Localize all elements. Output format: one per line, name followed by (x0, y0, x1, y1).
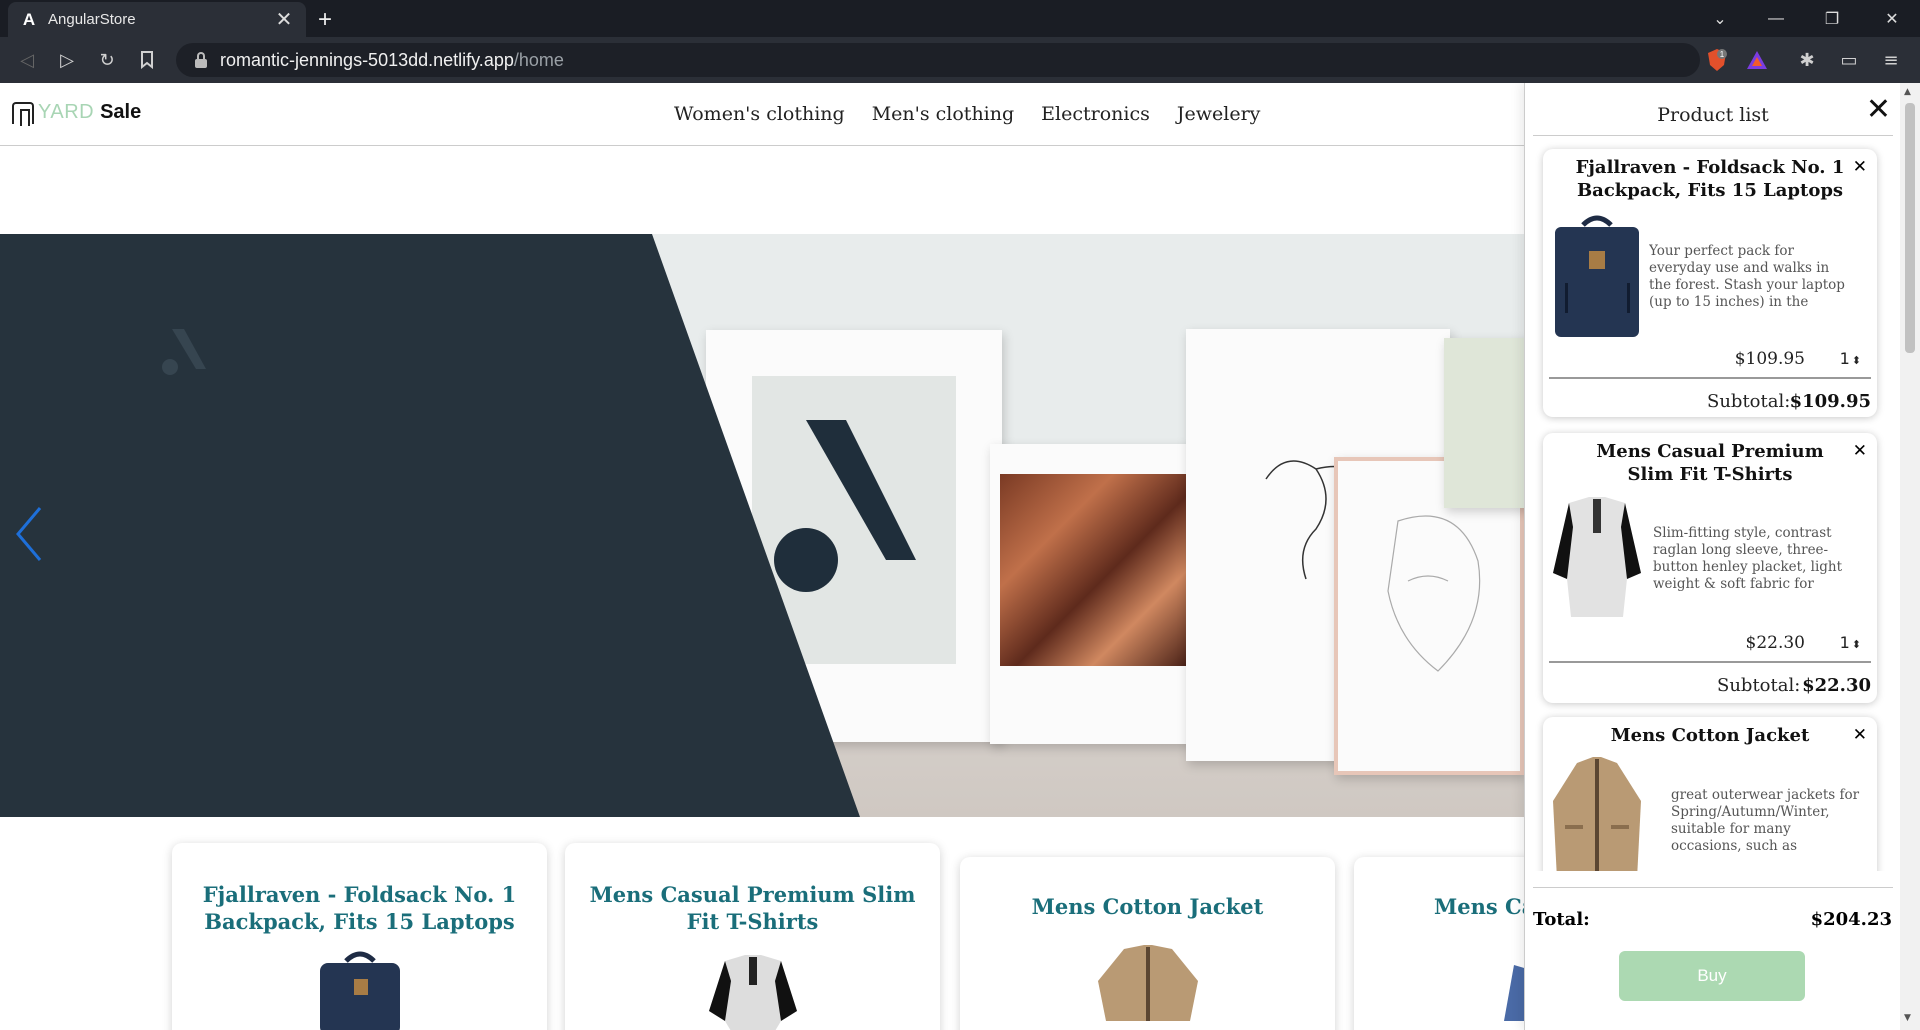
page: YARD Sale Women's clothing Men's clothin… (0, 83, 1920, 1030)
cart-item: Mens Cotton Jacket ✕ great outerwear jac… (1543, 717, 1877, 871)
browser-tab-bar: A AngularStore ✕ + ⌄ — ❐ ✕ (0, 0, 1920, 37)
minimize-button[interactable]: — (1748, 0, 1804, 37)
remove-item-icon[interactable]: ✕ (1853, 441, 1867, 461)
brave-shields-icon[interactable]: 1 (1705, 48, 1729, 72)
browser-toolbar: ◁ ▷ ↻ romantic-jennings-5013dd.netlify.a… (0, 37, 1920, 83)
cart-item: Fjallraven - Foldsack No. 1 Backpack, Fi… (1543, 149, 1877, 417)
cart-item-price: $109.95 (1734, 349, 1805, 369)
logo-yard-text: YARD (38, 101, 95, 123)
hero-carousel (0, 234, 1526, 817)
tab-title: AngularStore (48, 11, 136, 28)
hero-faint-logo-icon (162, 329, 206, 375)
cart-item-description: Slim-fitting style, contrast raglan long… (1653, 525, 1843, 592)
stepper-arrows-icon[interactable]: ⬍ (1852, 638, 1861, 651)
nav-womens-clothing[interactable]: Women's clothing (674, 103, 845, 125)
lock-icon (194, 52, 208, 68)
quantity-value: 1 (1839, 633, 1850, 652)
total-label: Total: (1533, 909, 1590, 930)
cart-item-title: Mens Casual Premium Slim Fit T-Shirts (1596, 441, 1824, 485)
cart-panel: Product list ✕ Fjallraven - Foldsack No.… (1524, 83, 1900, 1030)
product-title[interactable]: Fjallraven - Foldsack No. 1 Backpack, Fi… (172, 843, 547, 935)
product-card[interactable]: Fjallraven - Foldsack No. 1 Backpack, Fi… (172, 843, 547, 1030)
cart-close-icon[interactable]: ✕ (1866, 95, 1891, 125)
jacket-image (1098, 945, 1198, 1021)
hero-frame-canyon (990, 444, 1200, 744)
nav-mens-clothing[interactable]: Men's clothing (872, 103, 1014, 125)
subtotal-value: $22.30 (1802, 675, 1871, 696)
nav-electronics[interactable]: Electronics (1041, 103, 1150, 125)
page-scrollbar[interactable]: ▲ ▼ (1900, 83, 1920, 1030)
remove-item-icon[interactable]: ✕ (1853, 157, 1867, 177)
tshirt-image (709, 955, 797, 1030)
tab-search-chevron-icon[interactable]: ⌄ (1692, 0, 1748, 37)
jacket-thumbnail (1553, 757, 1641, 871)
carousel-prev-arrow-icon[interactable] (14, 504, 44, 564)
cart-item-description: great outerwear jackets for Spring/Autum… (1671, 787, 1860, 854)
forward-button[interactable]: ▷ (52, 45, 82, 75)
category-nav: Women's clothing Men's clothing Electron… (674, 103, 1260, 125)
bookmark-button[interactable] (132, 45, 162, 75)
cart-item-price: $22.30 (1745, 633, 1805, 653)
total-divider (1533, 887, 1893, 888)
buy-button[interactable]: Buy (1619, 951, 1805, 1001)
nav-jewelery[interactable]: Jewelery (1177, 103, 1261, 125)
new-tab-button[interactable]: + (318, 6, 332, 34)
subtotal-label: Subtotal: (1717, 675, 1801, 696)
address-bar[interactable]: romantic-jennings-5013dd.netlify.app/hom… (176, 43, 1700, 77)
close-window-button[interactable]: ✕ (1864, 0, 1920, 37)
back-button[interactable]: ◁ (12, 45, 42, 75)
brave-badge: 1 (1720, 50, 1725, 59)
quantity-value: 1 (1839, 349, 1850, 368)
remove-item-icon[interactable]: ✕ (1853, 725, 1867, 745)
tab-close-icon[interactable]: ✕ (274, 7, 294, 32)
stepper-arrows-icon[interactable]: ⬍ (1852, 354, 1861, 367)
url-path: /home (513, 49, 564, 70)
cart-item-description: Your perfect pack for everyday use and w… (1649, 243, 1845, 310)
tshirt-thumbnail (1553, 497, 1641, 617)
item-divider (1549, 377, 1871, 379)
scroll-down-icon[interactable]: ▼ (1904, 1013, 1911, 1023)
reload-button[interactable]: ↻ (92, 45, 122, 75)
cart-item-title: Fjallraven - Foldsack No. 1 Backpack, Fi… (1575, 157, 1845, 201)
product-card[interactable]: Mens Casual Premium Slim Fit T-Shirts (565, 843, 940, 1030)
browser-tab[interactable]: A AngularStore ✕ (8, 2, 306, 37)
logo[interactable]: YARD Sale (12, 101, 142, 126)
extensions-icon[interactable]: ✱ (1795, 48, 1819, 72)
total-value: $204.23 (1810, 909, 1892, 930)
logo-sale-text: Sale (100, 101, 142, 123)
cart-item: Mens Casual Premium Slim Fit T-Shirts ✕ … (1543, 433, 1877, 703)
hero-frame-map (1444, 338, 1526, 508)
url-host: romantic-jennings-5013dd.netlify.app (220, 49, 514, 70)
cart-header: Product list ✕ (1533, 83, 1893, 136)
quantity-stepper[interactable]: 1 ⬍ (1840, 633, 1861, 652)
scrollbar-thumb[interactable] (1905, 103, 1915, 353)
menu-icon[interactable]: ≡ (1879, 48, 1903, 72)
bookmark-icon (141, 51, 153, 69)
cart-item-list[interactable]: Fjallraven - Foldsack No. 1 Backpack, Fi… (1525, 137, 1901, 871)
restore-button[interactable]: ❐ (1804, 0, 1860, 37)
brave-rewards-icon[interactable] (1745, 48, 1769, 72)
scroll-up-icon[interactable]: ▲ (1904, 87, 1911, 97)
logo-door-icon (12, 101, 34, 126)
product-card[interactable]: Mens Cotton Jacket (960, 857, 1335, 1030)
item-divider (1549, 661, 1871, 663)
wallet-icon[interactable]: ▭ (1837, 48, 1861, 72)
backpack-image (320, 951, 400, 1030)
cart-item-title: Mens Cotton Jacket (1610, 725, 1810, 746)
cart-title: Product list (1657, 104, 1769, 126)
subtotal-value: $109.95 (1789, 391, 1871, 412)
quantity-stepper[interactable]: 1 ⬍ (1840, 349, 1861, 368)
hero-a-artwork (774, 420, 916, 592)
backpack-thumbnail (1555, 215, 1639, 337)
angular-favicon-icon: A (22, 9, 36, 29)
product-grid: Fjallraven - Foldsack No. 1 Backpack, Fi… (0, 843, 1729, 1030)
product-title[interactable]: Mens Cotton Jacket (960, 857, 1335, 920)
product-title[interactable]: Mens Casual Premium Slim Fit T-Shirts (565, 843, 940, 935)
subtotal-label: Subtotal: (1707, 391, 1791, 412)
